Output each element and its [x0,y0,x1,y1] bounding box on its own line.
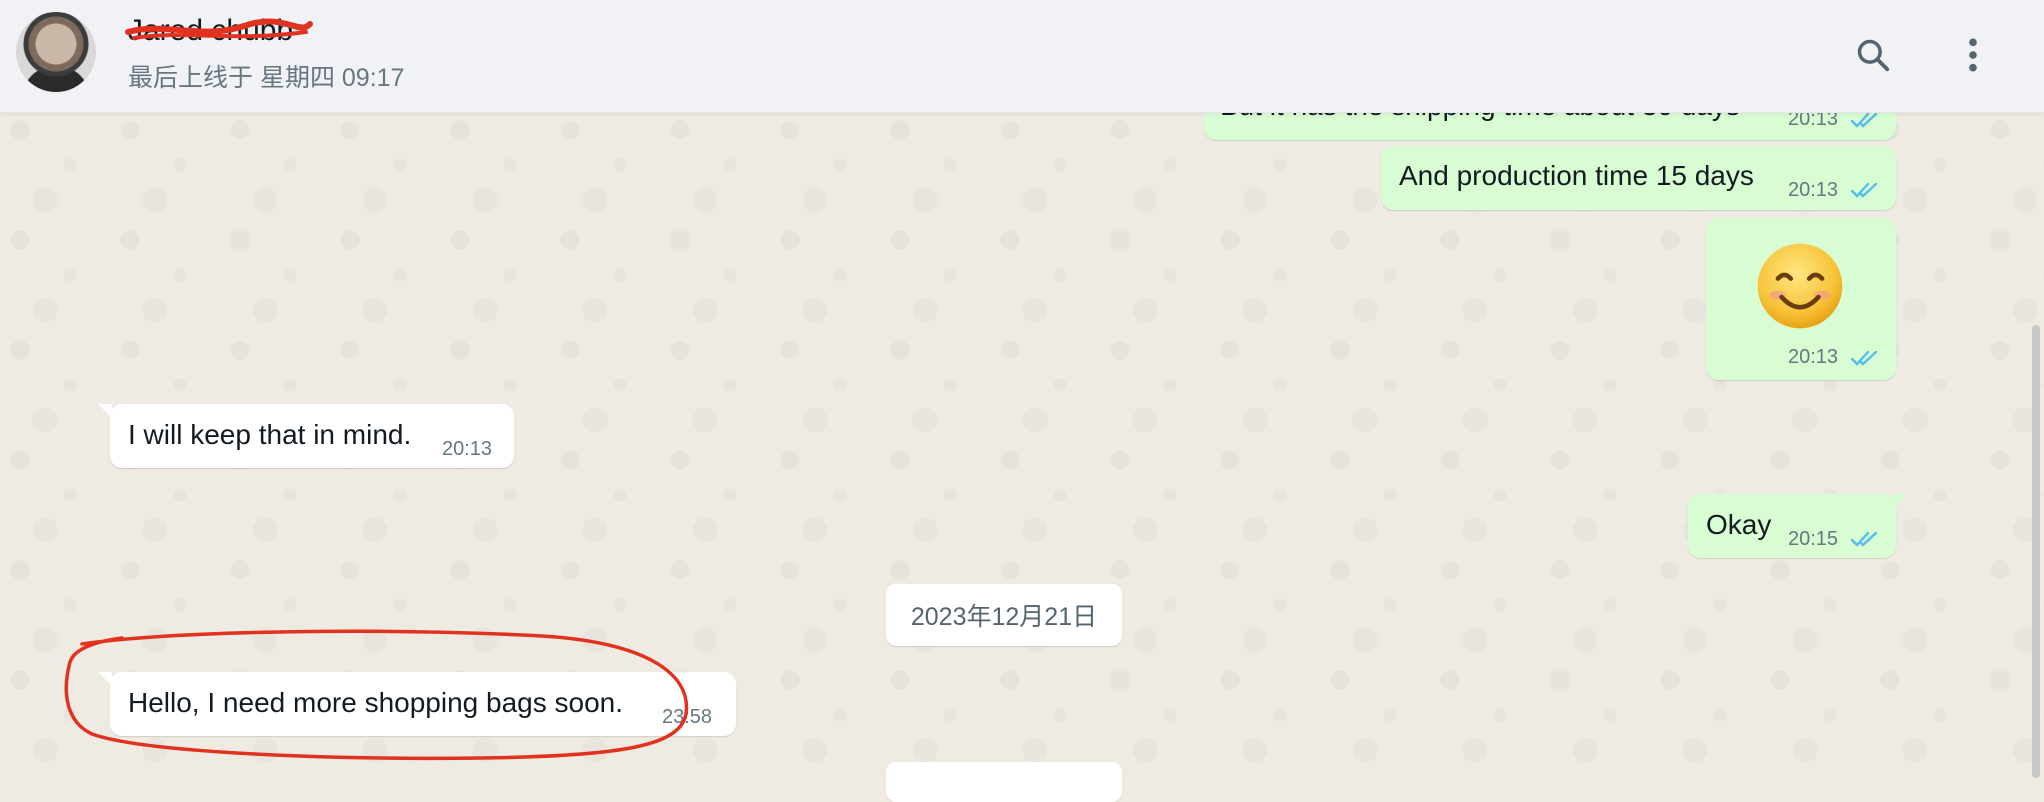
search-button[interactable] [1848,30,1898,80]
menu-button[interactable] [1948,30,1998,80]
bubble-tail [1894,494,1908,508]
date-divider-partial [886,762,1122,802]
message-time: 23:58 [662,706,713,728]
message-time: 20:13 [1788,179,1839,201]
message-text: Okay [1706,509,1772,540]
read-receipt-icon [1850,112,1878,128]
bubble-tail [98,404,112,418]
chat-header: Jared chubb 最后上线于 星期四 09:17 [0,0,2044,113]
message-time: 20:13 [442,438,493,460]
contact-avatar[interactable] [16,12,96,92]
redaction-scribble [125,18,313,40]
date-divider: 2023年12月21日 [886,584,1122,646]
last-seen-status: 最后上线于 星期四 09:17 [128,64,405,92]
message-text: I will keep that in mind. [128,419,412,450]
scrollbar-thumb[interactable] [2032,325,2040,778]
smiling-face-emoji-icon [1757,243,1843,329]
message-text: And production time 15 days [1399,160,1754,191]
message-bubble-outgoing[interactable]: Okay 20:15 [1688,494,1908,558]
kebab-menu-icon [1969,38,1977,72]
search-icon [1857,39,1890,72]
message-bubble-outgoing[interactable]: 20:13 [1706,218,1896,380]
message-text: Hello, I need more shopping bags soon. [128,687,623,718]
message-bubble-outgoing[interactable]: And production time 15 days 20:13 [1381,146,1896,210]
message-time: 20:13 [1788,346,1839,368]
read-receipt-icon [1850,531,1878,547]
read-receipt-icon [1850,182,1878,198]
message-time: 20:15 [1788,528,1839,550]
bubble-tail [98,672,112,686]
message-bubble-incoming[interactable]: I will keep that in mind. 20:13 [98,404,514,468]
message-bubble-incoming[interactable]: Hello, I need more shopping bags soon. 2… [98,672,736,736]
read-receipt-icon [1850,350,1878,366]
